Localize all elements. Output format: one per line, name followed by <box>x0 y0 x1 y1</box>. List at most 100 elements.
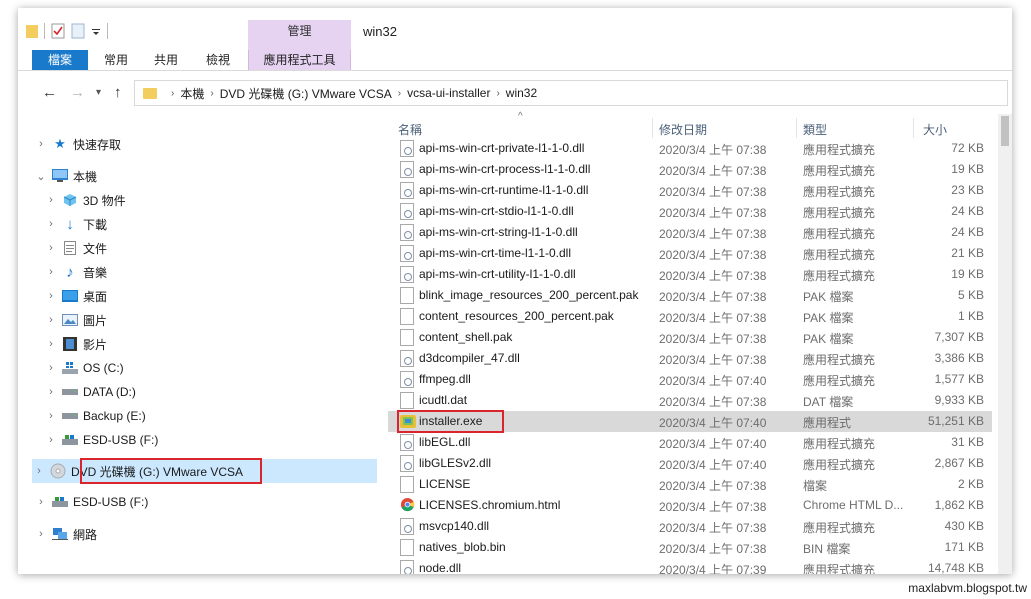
chevron-right-icon[interactable]: › <box>44 266 58 278</box>
new-folder-icon[interactable] <box>71 23 85 39</box>
highlight-box <box>80 458 262 484</box>
chevron-down-icon[interactable] <box>91 23 101 39</box>
up-arrow-icon[interactable]: ↑ <box>114 84 122 101</box>
nav-videos[interactable]: › 影片 <box>44 332 107 356</box>
chevron-right-icon[interactable]: › <box>44 242 58 254</box>
nav-music[interactable]: › ♪ 音樂 <box>44 260 107 284</box>
table-row[interactable]: node.dll 2020/3/4 上午 07:39 應用程式擴充 14,748 KB <box>388 558 992 574</box>
drive-icon <box>62 408 78 424</box>
nav-documents[interactable]: › 文件 <box>44 236 107 260</box>
table-row[interactable]: LICENSE 2020/3/4 上午 07:38 檔案 2 KB <box>388 474 992 495</box>
column-type[interactable]: 類型 <box>803 121 827 138</box>
navigation-bar: ← → ▾ ↑ › 本機 › DVD 光碟機 (G:) VMware VCSA … <box>18 78 1012 108</box>
chevron-right-icon[interactable]: › <box>44 434 58 446</box>
column-separator[interactable] <box>913 118 914 138</box>
table-row[interactable]: content_shell.pak 2020/3/4 上午 07:38 PAK 檔案… <box>388 327 992 348</box>
nav-this-pc[interactable]: ⌄ 本機 <box>34 164 97 188</box>
table-row[interactable]: d3dcompiler_47.dll 2020/3/4 上午 07:38 應用程式擴… <box>388 348 992 369</box>
table-row[interactable]: api-ms-win-crt-stdio-l1-1-0.dll 2020/3/4 … <box>388 201 992 222</box>
nav-drive-d[interactable]: › DATA (D:) <box>44 380 136 404</box>
column-separator[interactable] <box>796 118 797 138</box>
nav-drive-c[interactable]: › OS (C:) <box>44 356 124 380</box>
nav-drive-e[interactable]: › Backup (E:) <box>44 404 146 428</box>
breadcrumb-separator[interactable]: › <box>398 88 401 99</box>
folder-icon[interactable] <box>26 23 38 39</box>
tab-share[interactable]: 共用 <box>144 50 188 70</box>
nav-3d-objects[interactable]: › 3D 物件 <box>44 188 126 212</box>
table-row[interactable]: natives_blob.bin 2020/3/4 上午 07:38 BIN 檔案 1… <box>388 537 992 558</box>
table-row[interactable]: LICENSES.chromium.html 2020/3/4 上午 07:38 C… <box>388 495 992 516</box>
breadcrumb-separator[interactable]: › <box>496 88 499 99</box>
address-bar[interactable]: › 本機 › DVD 光碟機 (G:) VMware VCSA › vcsa-u… <box>134 80 1008 106</box>
quick-access-toolbar <box>26 22 108 40</box>
back-arrow-icon[interactable]: ← <box>42 84 57 101</box>
file-name: content_resources_200_percent.pak <box>419 309 614 323</box>
file-date: 2020/3/4 上午 07:38 <box>659 395 767 409</box>
table-row[interactable]: icudtl.dat 2020/3/4 上午 07:38 DAT 檔案 9,933 K… <box>388 390 992 411</box>
tab-application-tools[interactable]: 應用程式工具 <box>248 50 351 70</box>
dll-file-icon <box>400 518 414 535</box>
tab-view[interactable]: 檢視 <box>188 50 248 70</box>
table-row[interactable]: api-ms-win-crt-time-l1-1-0.dll 2020/3/4 上… <box>388 243 992 264</box>
chevron-right-icon[interactable]: › <box>44 218 58 230</box>
file-type: 應用程式擴充 <box>803 269 876 283</box>
chevron-right-icon[interactable]: › <box>44 410 58 422</box>
chevron-right-icon[interactable]: › <box>34 496 48 508</box>
chevron-right-icon[interactable]: › <box>44 290 58 302</box>
table-row[interactable]: libEGL.dll 2020/3/4 上午 07:40 應用程式擴充 31 KB <box>388 432 992 453</box>
nav-drive-f-root[interactable]: › ESD-USB (F:) <box>34 490 148 514</box>
table-row[interactable]: api-ms-win-crt-utility-l1-1-0.dll 2020/3/… <box>388 264 992 285</box>
nav-pictures[interactable]: › 圖片 <box>44 308 107 332</box>
chevron-right-icon[interactable]: › <box>32 465 46 477</box>
nav-desktop[interactable]: › 桌面 <box>44 284 107 308</box>
breadcrumb-separator[interactable]: › <box>210 88 213 99</box>
table-row[interactable]: api-ms-win-crt-string-l1-1-0.dll 2020/3/4… <box>388 222 992 243</box>
nav-drive-f[interactable]: › ESD-USB (F:) <box>44 428 158 452</box>
chevron-down-icon[interactable]: ⌄ <box>34 170 48 183</box>
nav-downloads[interactable]: › ↓ 下載 <box>44 212 107 236</box>
column-date[interactable]: 修改日期 <box>659 121 707 138</box>
table-row[interactable]: msvcp140.dll 2020/3/4 上午 07:38 應用程式擴充 430 K… <box>388 516 992 537</box>
tab-file[interactable]: 檔案 <box>32 50 88 70</box>
table-row[interactable]: ffmpeg.dll 2020/3/4 上午 07:40 應用程式擴充 1,577 K… <box>388 369 992 390</box>
file-name: LICENSE <box>419 477 471 491</box>
tab-home[interactable]: 常用 <box>88 50 144 70</box>
file-icon <box>400 392 414 409</box>
scrollbar-thumb[interactable] <box>1001 116 1009 146</box>
chevron-right-icon[interactable]: › <box>44 314 58 326</box>
column-separator[interactable] <box>652 118 653 138</box>
forward-arrow-icon[interactable]: → <box>70 84 85 101</box>
table-row[interactable]: libGLESv2.dll 2020/3/4 上午 07:40 應用程式擴充 2,86… <box>388 453 992 474</box>
chevron-right-icon[interactable]: › <box>44 362 58 374</box>
properties-icon[interactable] <box>51 23 65 39</box>
breadcrumb-vcsa-ui-installer[interactable]: vcsa-ui-installer <box>407 86 490 100</box>
vertical-scrollbar[interactable] <box>998 114 1012 574</box>
file-name: api-ms-win-crt-process-l1-1-0.dll <box>419 162 591 176</box>
chevron-right-icon[interactable]: › <box>44 338 58 350</box>
table-row[interactable]: api-ms-win-crt-process-l1-1-0.dll 2020/3/… <box>388 159 992 180</box>
file-type: 檔案 <box>803 479 828 493</box>
file-name: api-ms-win-crt-time-l1-1-0.dll <box>419 246 572 260</box>
file-name: LICENSES.chromium.html <box>419 498 561 512</box>
chevron-right-icon[interactable]: › <box>44 194 58 206</box>
breadcrumb-separator[interactable]: › <box>171 88 174 99</box>
breadcrumb-this-pc[interactable]: 本機 <box>180 85 204 102</box>
chevron-right-icon[interactable]: › <box>44 386 58 398</box>
file-type: 應用程式擴充 <box>803 458 876 472</box>
breadcrumb-dvd-drive[interactable]: DVD 光碟機 (G:) VMware VCSA <box>220 85 392 102</box>
file-date: 2020/3/4 上午 07:38 <box>659 143 767 157</box>
chevron-right-icon[interactable]: › <box>34 138 48 150</box>
table-row[interactable]: content_resources_200_percent.pak 2020/3/… <box>388 306 992 327</box>
chevron-right-icon[interactable]: › <box>34 528 48 540</box>
column-name[interactable]: 名稱 <box>398 121 422 138</box>
file-size: 5 KB <box>957 288 984 302</box>
breadcrumb-win32[interactable]: win32 <box>506 86 537 100</box>
table-row[interactable]: api-ms-win-crt-runtime-l1-1-0.dll 2020/3/… <box>388 180 992 201</box>
table-row[interactable]: blink_image_resources_200_percent.pak 202… <box>388 285 992 306</box>
nav-quick-access[interactable]: › ★ 快速存取 <box>34 132 121 156</box>
nav-network[interactable]: › 網路 <box>34 522 97 546</box>
table-row[interactable]: api-ms-win-crt-private-l1-1-0.dll 2020/3/… <box>388 138 992 159</box>
column-size[interactable]: 大小 <box>923 121 947 138</box>
file-name: api-ms-win-crt-stdio-l1-1-0.dll <box>419 204 574 218</box>
recent-locations-icon[interactable]: ▾ <box>96 87 101 98</box>
